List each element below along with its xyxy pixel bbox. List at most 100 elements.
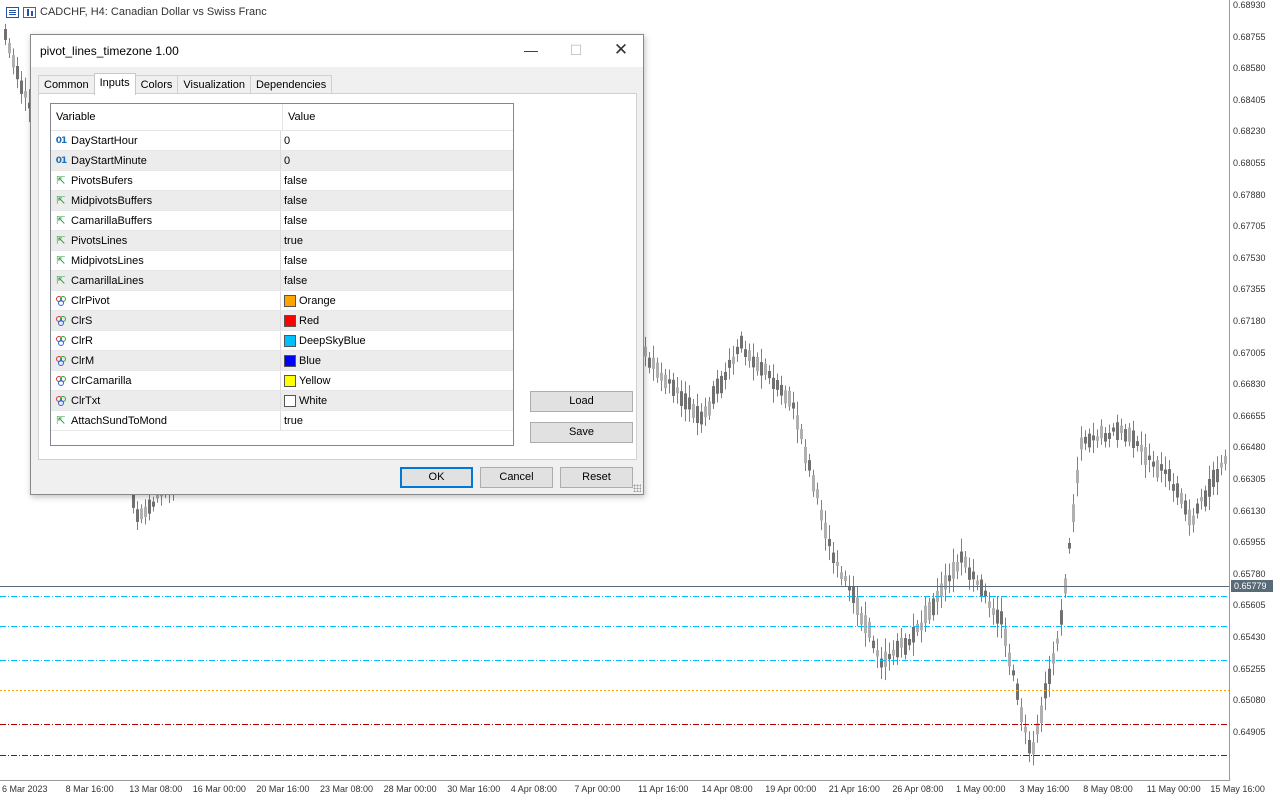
input-row[interactable]: ⇱ CamarillaLines false bbox=[51, 271, 513, 291]
input-variable-name: PivotsLines bbox=[71, 234, 128, 247]
input-row[interactable]: 01 DayStartHour 0 bbox=[51, 131, 513, 151]
candle-body bbox=[1148, 455, 1151, 461]
candle-body bbox=[728, 359, 731, 368]
candle-body bbox=[884, 651, 887, 667]
input-row[interactable]: ClrM Blue bbox=[51, 351, 513, 371]
input-value: Red bbox=[299, 314, 320, 327]
color-swatch[interactable] bbox=[284, 354, 296, 367]
minimize-icon[interactable]: — bbox=[508, 35, 554, 65]
input-row[interactable]: ClrTxt White bbox=[51, 391, 513, 411]
boolean-type-icon: ⇱ bbox=[56, 234, 66, 247]
candle-body bbox=[1156, 460, 1159, 478]
tab-common[interactable]: Common bbox=[38, 75, 95, 94]
candle-body bbox=[956, 561, 959, 572]
input-row[interactable]: ⇱ CamarillaBuffers false bbox=[51, 211, 513, 231]
candle-body bbox=[1092, 435, 1095, 441]
input-value: true bbox=[284, 414, 303, 427]
candle-body bbox=[808, 460, 811, 471]
input-value-cell[interactable]: false bbox=[281, 271, 307, 290]
candle-body bbox=[1076, 469, 1079, 484]
input-row[interactable]: ClrPivot Orange bbox=[51, 291, 513, 311]
input-value-cell[interactable]: true bbox=[281, 411, 303, 430]
price-axis-label: 0.65780 bbox=[1233, 568, 1266, 579]
input-value-cell[interactable]: 0 bbox=[281, 131, 290, 150]
candle-body bbox=[1216, 468, 1219, 483]
input-value-cell[interactable]: Blue bbox=[281, 351, 321, 370]
candle-body bbox=[1192, 515, 1195, 525]
candle-body bbox=[664, 374, 667, 389]
candle-body bbox=[992, 608, 995, 615]
color-swatch[interactable] bbox=[284, 334, 296, 347]
candle-body bbox=[1100, 425, 1103, 439]
input-row[interactable]: ⇱ MidpivotsLines false bbox=[51, 251, 513, 271]
price-axis-label: 0.65080 bbox=[1233, 695, 1266, 706]
reset-button[interactable]: Reset bbox=[560, 467, 633, 488]
input-value-cell[interactable]: Orange bbox=[281, 291, 336, 310]
column-header-variable[interactable]: Variable bbox=[51, 104, 283, 130]
input-variable-name: DayStartHour bbox=[71, 134, 138, 147]
price-axis-label: 0.66480 bbox=[1233, 442, 1266, 453]
candle-body bbox=[932, 598, 935, 616]
tab-bar: Common Inputs Colors Visualization Depen… bbox=[38, 73, 333, 95]
input-value-cell[interactable]: false bbox=[281, 191, 307, 210]
input-row[interactable]: ⇱ PivotsBufers false bbox=[51, 171, 513, 191]
input-row[interactable]: ⇱ AttachSundToMond true bbox=[51, 411, 513, 431]
maximize-icon[interactable]: ☐ bbox=[553, 35, 599, 65]
chart-indicator-icon[interactable] bbox=[23, 6, 36, 18]
current-price-tag: 0.65779 bbox=[1231, 580, 1273, 592]
candle-body bbox=[928, 602, 931, 620]
resize-grip-icon[interactable] bbox=[633, 484, 641, 492]
input-value-cell[interactable]: true bbox=[281, 231, 303, 250]
save-button[interactable]: Save bbox=[530, 422, 633, 443]
tab-dependencies[interactable]: Dependencies bbox=[249, 75, 333, 94]
dialog-titlebar[interactable]: pivot_lines_timezone 1.00 — ☐ ✕ bbox=[31, 35, 643, 67]
time-axis-label: 26 Apr 08:00 bbox=[892, 784, 944, 794]
price-axis-label: 0.68055 bbox=[1233, 158, 1266, 168]
input-value: true bbox=[284, 234, 303, 247]
price-axis-label: 0.66830 bbox=[1233, 379, 1266, 390]
input-value-cell[interactable]: Yellow bbox=[281, 371, 330, 390]
input-variable-name: MidpivotsBuffers bbox=[71, 194, 153, 207]
input-variable-cell: ClrCamarilla bbox=[51, 371, 281, 390]
input-value-cell[interactable]: Red bbox=[281, 311, 319, 330]
input-row[interactable]: ClrR DeepSkyBlue bbox=[51, 331, 513, 351]
color-swatch[interactable] bbox=[284, 314, 296, 327]
price-axis-label: 0.68755 bbox=[1233, 31, 1266, 42]
candle-body bbox=[668, 379, 671, 384]
candle-body bbox=[856, 597, 859, 615]
candle-body bbox=[880, 658, 883, 668]
load-button[interactable]: Load bbox=[530, 391, 633, 412]
tab-colors[interactable]: Colors bbox=[134, 75, 179, 94]
column-header-value[interactable]: Value bbox=[283, 104, 315, 130]
tab-visualization[interactable]: Visualization bbox=[177, 75, 251, 94]
candle-body bbox=[816, 489, 819, 499]
candle-body bbox=[736, 346, 739, 355]
candle-body bbox=[24, 91, 27, 98]
ok-button[interactable]: OK bbox=[400, 467, 473, 488]
color-swatch[interactable] bbox=[284, 394, 296, 407]
input-value-cell[interactable]: DeepSkyBlue bbox=[281, 331, 366, 350]
input-value-cell[interactable]: false bbox=[281, 171, 307, 190]
input-row[interactable]: ClrS Red bbox=[51, 311, 513, 331]
chart-menu-icon[interactable] bbox=[6, 6, 19, 18]
tab-inputs[interactable]: Inputs bbox=[93, 73, 136, 95]
input-row[interactable]: ClrCamarilla Yellow bbox=[51, 371, 513, 391]
input-value-cell[interactable]: 0 bbox=[281, 151, 290, 170]
input-value-cell[interactable]: false bbox=[281, 251, 307, 270]
cancel-button[interactable]: Cancel bbox=[480, 467, 553, 488]
input-value-cell[interactable]: false bbox=[281, 211, 307, 230]
candle-body bbox=[692, 404, 695, 418]
input-value-cell[interactable]: White bbox=[281, 391, 327, 410]
color-swatch[interactable] bbox=[284, 374, 296, 387]
input-variable-cell: ⇱ AttachSundToMond bbox=[51, 411, 281, 430]
input-row[interactable]: ⇱ PivotsLines true bbox=[51, 231, 513, 251]
time-axis-label: 13 Mar 08:00 bbox=[129, 784, 183, 794]
close-icon[interactable]: ✕ bbox=[598, 35, 644, 65]
candle-body bbox=[1136, 441, 1139, 447]
color-type-icon bbox=[55, 395, 67, 407]
input-row[interactable]: ⇱ MidpivotsBuffers false bbox=[51, 191, 513, 211]
color-swatch[interactable] bbox=[284, 294, 296, 307]
candle-body bbox=[812, 475, 815, 492]
candle-body bbox=[672, 379, 675, 396]
input-row[interactable]: 01 DayStartMinute 0 bbox=[51, 151, 513, 171]
